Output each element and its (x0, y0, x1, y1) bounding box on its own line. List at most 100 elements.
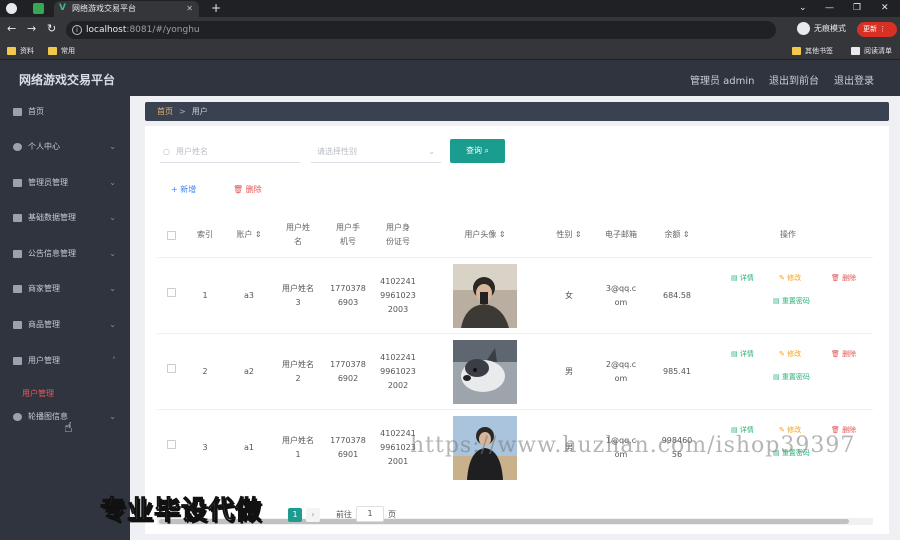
sidebar-item-notice[interactable]: 公告信息管理 ⌄ (0, 239, 130, 269)
col-header-ops: 操作 (703, 213, 873, 257)
sidebar-item-users[interactable]: 用户管理 ˄ (0, 346, 130, 376)
site-info-icon[interactable]: i (72, 25, 82, 35)
sidebar-item-merchant[interactable]: 商家管理 ⌄ (0, 274, 130, 304)
sidebar-item-label: 个人中心 (28, 142, 60, 151)
col-header-phone[interactable]: 用户手机号 (323, 213, 373, 257)
admin-label: 管理员 admin (690, 76, 755, 87)
horizontal-scrollbar[interactable] (157, 518, 873, 525)
users-icon (13, 357, 22, 365)
sidebar-item-home[interactable]: 首页 (0, 97, 130, 127)
sidebar-item-goods[interactable]: 商品管理 ⌄ (0, 310, 130, 340)
folder-icon (792, 47, 801, 55)
incognito-label: 无痕模式 (814, 24, 846, 33)
cell-email: 3@qq.com (605, 283, 637, 307)
name-search-placeholder: 用户姓名 (176, 147, 208, 156)
search-icon: ○ (163, 147, 170, 156)
row-checkbox[interactable] (167, 364, 176, 373)
delete-button-label: 删除 (245, 185, 262, 194)
reload-icon[interactable]: ↻ (47, 22, 56, 36)
minimize-icon[interactable]: — (825, 0, 834, 16)
col-header-index: 索引 (185, 213, 225, 257)
col-header-email[interactable]: 电子邮箱 (591, 213, 651, 257)
col-header-name[interactable]: 用户姓名 (273, 213, 323, 257)
col-header-balance[interactable]: 余额 ⇕ (651, 213, 703, 257)
new-tab-button[interactable]: + (211, 0, 221, 16)
sidebar-item-personal[interactable]: 个人中心 ⌄ (0, 132, 130, 162)
detail-button[interactable]: ▤ 详情 (731, 349, 754, 359)
col-header-account[interactable]: 账户 ⇕ (225, 213, 273, 257)
cell-gender: 男 (565, 366, 573, 376)
tab-search-icon[interactable]: ⌄ (799, 0, 807, 16)
checkbox[interactable] (166, 230, 176, 240)
detail-button[interactable]: ▤ 详情 (731, 273, 754, 283)
col-header-idcard[interactable]: 用户身份证号 (373, 213, 423, 257)
goto-page-input[interactable]: 1 (356, 506, 384, 522)
reset-password-button[interactable]: ▤ 重置密码 (773, 296, 810, 306)
submenu-item-user-manage[interactable]: 用户管理 (22, 388, 54, 399)
row-delete-button[interactable]: 🗑 删除 (831, 349, 856, 359)
col-header-label: 性别 (556, 230, 573, 239)
cell-balance: 985.41 (663, 366, 691, 376)
op-label: 详情 (739, 274, 754, 282)
reading-list[interactable]: 阅读清单 (851, 45, 892, 58)
header-select-all[interactable] (157, 213, 185, 257)
update-label: 更新 (863, 25, 877, 33)
delete-button[interactable]: 🗑 删除 (233, 184, 262, 195)
edit-button[interactable]: ✎ 修改 (779, 349, 801, 359)
bookmark-folder[interactable]: 常用 (48, 45, 75, 58)
sidebar: 首页 个人中心 ⌄ 管理员管理 ⌄ 基础数据管理 ⌄ 公告信息管理 ⌄ 商家管理 ⌄ 商品… (0, 96, 130, 540)
add-button-label: 新增 (180, 185, 197, 194)
url-host: localhost (86, 25, 127, 35)
user-avatar[interactable] (453, 264, 517, 328)
globe-icon[interactable] (6, 3, 17, 14)
row-delete-button[interactable]: 🗑 删除 (831, 273, 856, 283)
restore-icon[interactable]: ❐ (853, 0, 861, 16)
query-button[interactable]: 查询 ⌕ (450, 139, 505, 163)
browser-toolbar: ← → ↻ i localhost:8081/#/yonghu (0, 17, 900, 43)
logout-link[interactable]: 退出登录 (834, 72, 874, 87)
sheet-tab-icon[interactable] (33, 3, 44, 14)
bookmark-folder[interactable]: 资料 (7, 45, 34, 58)
add-button[interactable]: + 新增 (171, 184, 196, 195)
col-header-label: 余额 (664, 230, 681, 239)
close-window-icon[interactable]: ✕ (881, 0, 889, 16)
user-avatar[interactable] (453, 340, 517, 404)
cell-index: 3 (202, 442, 208, 452)
reset-password-button[interactable]: ▤ 重置密码 (773, 372, 810, 382)
col-header-label: 索引 (197, 230, 213, 239)
browser-tab-active[interactable]: V 网络游戏交易平台 ✕ (54, 1, 199, 17)
page-unit-label: 页 (388, 510, 396, 519)
incognito-indicator[interactable]: 无痕模式 (797, 22, 846, 36)
col-header-avatar[interactable]: 用户头像 ⇕ (423, 213, 547, 257)
mouse-cursor-icon: ☝ (64, 420, 73, 436)
forward-icon[interactable]: → (27, 22, 36, 36)
sidebar-item-admin[interactable]: 管理员管理 ⌄ (0, 168, 130, 198)
chevron-down-icon: ⌄ (109, 412, 116, 421)
chevron-down-icon: ⌄ (109, 213, 116, 222)
bookmark-folder[interactable]: 其他书签 (792, 45, 833, 58)
page-number-active[interactable]: 1 (288, 508, 302, 522)
sidebar-item-basic-data[interactable]: 基础数据管理 ⌄ (0, 203, 130, 233)
col-header-gender[interactable]: 性别 ⇕ (547, 213, 591, 257)
edit-button[interactable]: ✎ 修改 (779, 273, 801, 283)
address-bar[interactable]: i localhost:8081/#/yonghu (66, 21, 776, 39)
next-page-icon[interactable]: › (306, 508, 320, 522)
update-button[interactable]: 更新 ⋮ (857, 22, 897, 37)
incognito-icon (797, 22, 810, 35)
col-header-label: 账户 (236, 230, 253, 239)
back-icon[interactable]: ← (7, 22, 16, 36)
row-checkbox[interactable] (167, 288, 176, 297)
url-watermark: https://www.huzhan.com/ishop39397 (410, 433, 856, 458)
gender-select[interactable]: 请选择性别 ⌄ (311, 141, 441, 163)
app-header: 网络游戏交易平台 管理员 admin 退出到前台 退出登录 (0, 60, 900, 96)
breadcrumb-home[interactable]: 首页 (157, 107, 173, 116)
scrollbar-thumb[interactable] (159, 519, 849, 524)
name-search-input[interactable]: ○ 用户姓名 (160, 141, 300, 163)
op-label: 重置密码 (781, 297, 810, 305)
close-tab-icon[interactable]: ✕ (186, 1, 193, 16)
app-title: 网络游戏交易平台 (19, 73, 116, 87)
table-row: 2 a2 用户姓名2 17703786902 41022419961023200… (157, 333, 873, 408)
table-row: 1 a3 用户姓名3 17703786903 41022419961023200… (157, 257, 873, 332)
exit-to-front-link[interactable]: 退出到前台 (769, 72, 819, 87)
row-checkbox[interactable] (167, 440, 176, 449)
